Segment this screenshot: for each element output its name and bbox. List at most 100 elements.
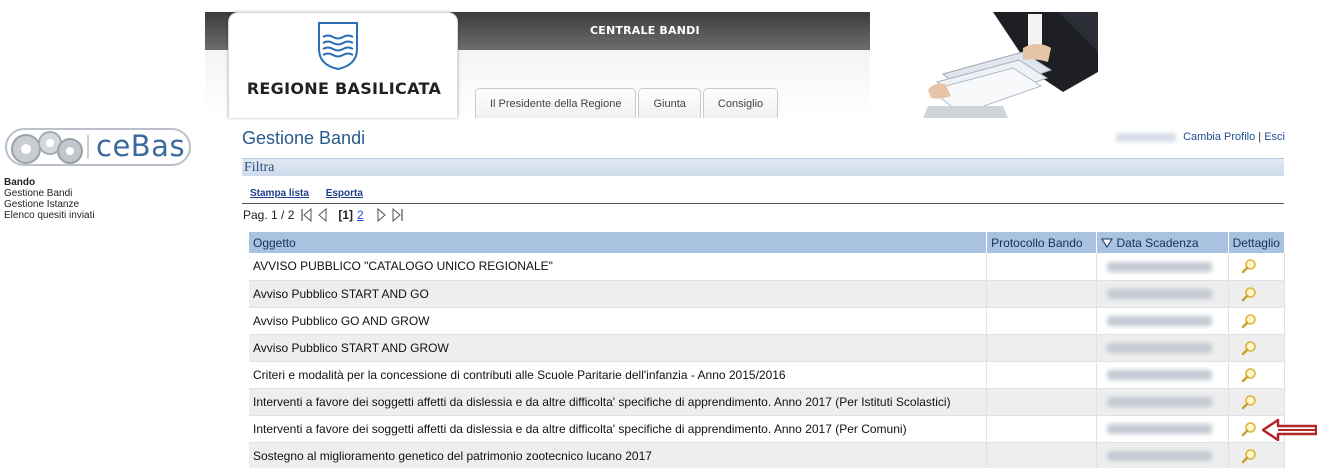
cell-oggetto: Avviso Pubblico GO AND GROW (249, 307, 988, 335)
next-page-icon[interactable] (376, 208, 388, 222)
cell-data-scadenza (1096, 442, 1229, 468)
filter-toggle[interactable]: Filtra (242, 158, 1284, 176)
cell-oggetto: Interventi a favore dei soggetti affetti… (249, 415, 988, 443)
list-actions: Stampa lista Esporta (250, 188, 377, 199)
region-crest-icon (318, 22, 358, 71)
cell-oggetto: Avviso Pubblico START AND GO (249, 280, 988, 308)
cell-protocollo (986, 361, 1097, 389)
cell-protocollo (986, 442, 1097, 468)
table-row: Avviso Pubblico GO AND GROW (249, 307, 1286, 335)
column-header-protocollo[interactable]: Protocollo Bando (986, 232, 1097, 253)
table-row: Criteri e modalità per la concessione di… (249, 361, 1286, 389)
cell-oggetto: AVVISO PUBBLICO "CATALOGO UNICO REGIONAL… (249, 253, 988, 281)
cell-data-scadenza (1096, 415, 1229, 443)
date-redacted (1106, 316, 1212, 327)
change-profile-link[interactable]: Cambia Profilo (1183, 131, 1255, 143)
cell-data-scadenza (1096, 253, 1229, 281)
date-redacted (1106, 289, 1212, 300)
page-indicator: Pag. 1 / 2 (243, 208, 295, 222)
user-name-redacted (1116, 132, 1177, 142)
actions-divider (242, 203, 1284, 204)
tab-presidente[interactable]: Il Presidente della Regione (475, 88, 637, 118)
table-body: AVVISO PUBBLICO "CATALOGO UNICO REGIONAL… (249, 253, 1286, 468)
cell-oggetto: Criteri e modalità per la concessione di… (249, 361, 988, 389)
cell-protocollo (986, 280, 1097, 308)
date-redacted (1106, 343, 1212, 354)
cell-oggetto: Avviso Pubblico START AND GROW (249, 334, 988, 362)
column-header-data-scadenza-label: Data Scadenza (1116, 235, 1199, 250)
site-header: CENTRALE BANDI REGIONE BASILICATA Il Pre… (205, 12, 1098, 118)
magnifier-icon[interactable] (1241, 313, 1257, 329)
print-list-link[interactable]: Stampa lista (250, 188, 309, 199)
document-handover-image (923, 12, 1098, 118)
tab-consiglio[interactable]: Consiglio (702, 88, 779, 118)
table-row: Interventi a favore dei soggetti affetti… (249, 388, 1286, 416)
cell-data-scadenza (1096, 388, 1229, 416)
magnifier-icon[interactable] (1241, 286, 1257, 302)
cell-dettaglio (1228, 334, 1286, 362)
sort-descending-icon (1100, 238, 1113, 248)
cell-data-scadenza (1096, 307, 1229, 335)
cell-protocollo (986, 388, 1097, 416)
table-row: AVVISO PUBBLICO "CATALOGO UNICO REGIONAL… (249, 253, 1286, 281)
table-row: Avviso Pubblico START AND GROW (249, 334, 1286, 362)
bandi-table: Oggetto Protocollo Bando Data Scadenza D… (249, 232, 1286, 468)
date-redacted (1106, 424, 1212, 435)
cell-oggetto: Sostegno al miglioramento genetico del p… (249, 442, 988, 468)
magnifier-icon[interactable] (1241, 258, 1257, 274)
cell-protocollo (986, 307, 1097, 335)
date-redacted (1106, 262, 1212, 273)
app-title: CENTRALE BANDI (590, 24, 700, 37)
cell-dettaglio (1228, 388, 1286, 416)
column-header-data-scadenza[interactable]: Data Scadenza (1096, 232, 1229, 253)
pagination: Pag. 1 / 2 [1] 2 (243, 208, 406, 222)
cell-data-scadenza (1096, 334, 1229, 362)
exit-link[interactable]: Esci (1264, 131, 1285, 143)
magnifier-icon[interactable] (1241, 448, 1257, 464)
cell-data-scadenza (1096, 361, 1229, 389)
tab-giunta[interactable]: Giunta (638, 88, 701, 118)
column-header-oggetto[interactable]: Oggetto (249, 232, 988, 253)
cell-protocollo (986, 334, 1097, 362)
page-2-link[interactable]: 2 (357, 208, 364, 222)
cell-oggetto: Interventi a favore dei soggetti affetti… (249, 388, 988, 416)
table-row: Avviso Pubblico START AND GO (249, 280, 1286, 308)
region-name: REGIONE BASILICATA (246, 79, 442, 98)
cell-protocollo (986, 253, 1097, 281)
sidebar-nav: Bando Gestione Bandi Gestione Istanze El… (4, 177, 95, 221)
region-logo-card: REGIONE BASILICATA (228, 12, 458, 118)
sidebar-item-gestione-bandi[interactable]: Gestione Bandi (4, 188, 95, 199)
cebas-logo-text: ceBas (96, 129, 186, 163)
cell-protocollo (986, 415, 1097, 443)
user-links: Cambia Profilo | Esci (1116, 131, 1285, 143)
magnifier-icon[interactable] (1241, 421, 1257, 437)
cell-dettaglio (1228, 442, 1286, 468)
cell-dettaglio (1228, 280, 1286, 308)
sidebar-item-elenco-quesiti[interactable]: Elenco quesiti inviati (4, 210, 95, 221)
cell-dettaglio (1228, 361, 1286, 389)
date-redacted (1106, 397, 1212, 408)
page-title: Gestione Bandi (242, 128, 366, 148)
annotation-arrow-icon (1262, 418, 1317, 442)
table-header-row: Oggetto Protocollo Bando Data Scadenza D… (249, 232, 1286, 253)
table-row: Interventi a favore dei soggetti affetti… (249, 415, 1286, 443)
date-redacted (1106, 451, 1212, 462)
first-page-icon[interactable] (300, 208, 312, 222)
cell-data-scadenza (1096, 280, 1229, 308)
previous-page-icon[interactable] (316, 208, 328, 222)
link-separator: | (1258, 131, 1262, 143)
export-link[interactable]: Esporta (326, 188, 363, 199)
institution-tabs: Il Presidente della Regione Giunta Consi… (475, 88, 780, 118)
date-redacted (1106, 370, 1212, 381)
last-page-icon[interactable] (392, 208, 404, 222)
magnifier-icon[interactable] (1241, 367, 1257, 383)
magnifier-icon[interactable] (1241, 340, 1257, 356)
current-page: [1] (338, 208, 354, 222)
table-row: Sostegno al miglioramento genetico del p… (249, 442, 1286, 468)
magnifier-icon[interactable] (1241, 394, 1257, 410)
sidebar-item-bando[interactable]: Bando (4, 177, 95, 188)
column-header-dettaglio: Dettaglio (1228, 232, 1286, 253)
cell-dettaglio (1228, 253, 1286, 281)
cell-dettaglio (1228, 307, 1286, 335)
sidebar-item-gestione-istanze[interactable]: Gestione Istanze (4, 199, 95, 210)
